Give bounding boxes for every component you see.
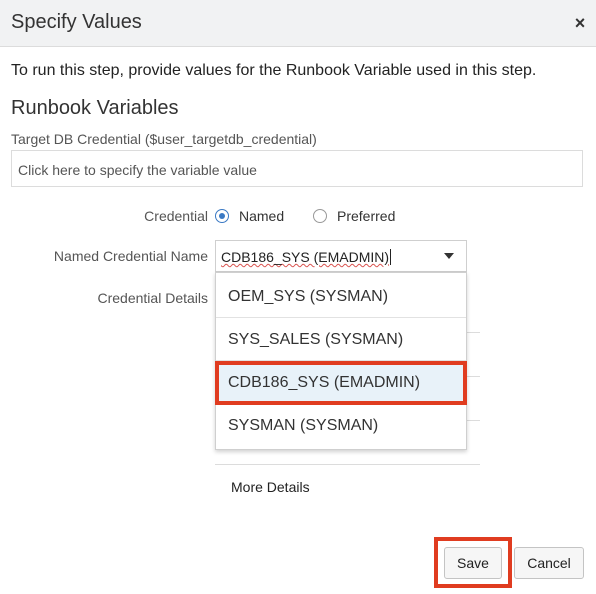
- radio-named[interactable]: [215, 209, 229, 223]
- radio-preferred[interactable]: [313, 209, 327, 223]
- credential-details-label: Credential Details: [97, 290, 209, 306]
- section-title: Runbook Variables: [11, 97, 179, 119]
- highlight-box: [215, 361, 467, 405]
- dropdown-option[interactable]: SYS_SALES (SYSMAN): [216, 318, 466, 360]
- highlight-box: [434, 537, 512, 588]
- credential-label: Credential: [144, 208, 208, 224]
- dialog-title-bar: Specify Values ×: [0, 0, 596, 47]
- dropdown-option[interactable]: SYSMAN (SYSMAN): [216, 404, 466, 446]
- variable-value-field[interactable]: Click here to specify the variable value: [11, 150, 583, 187]
- dialog-title: Specify Values: [11, 11, 142, 33]
- more-details-link[interactable]: More Details: [231, 479, 310, 495]
- close-icon[interactable]: ×: [571, 14, 589, 32]
- variable-placeholder: Click here to specify the variable value: [18, 162, 257, 178]
- details-divider: [215, 464, 480, 465]
- named-credential-label: Named Credential Name: [53, 248, 208, 264]
- dropdown-option[interactable]: OEM_SYS (SYSMAN): [216, 275, 466, 317]
- dropdown-option-label: SYS_SALES (SYSMAN): [228, 331, 404, 348]
- named-credential-select[interactable]: CDB186_SYS (EMADMIN): [215, 240, 467, 272]
- radio-preferred-label: Preferred: [337, 208, 396, 224]
- dropdown-option-label: SYSMAN (SYSMAN): [228, 417, 379, 434]
- dropdown-option-label: OEM_SYS (SYSMAN): [228, 288, 389, 305]
- radio-named-label: Named: [239, 208, 285, 224]
- intro-text: To run this step, provide values for the…: [11, 62, 537, 79]
- chevron-down-icon[interactable]: [444, 253, 454, 259]
- named-credential-value: CDB186_SYS (EMADMIN): [221, 249, 392, 265]
- variable-label: Target DB Credential ($user_targetdb_cre…: [11, 131, 317, 147]
- cancel-button[interactable]: Cancel: [514, 547, 584, 579]
